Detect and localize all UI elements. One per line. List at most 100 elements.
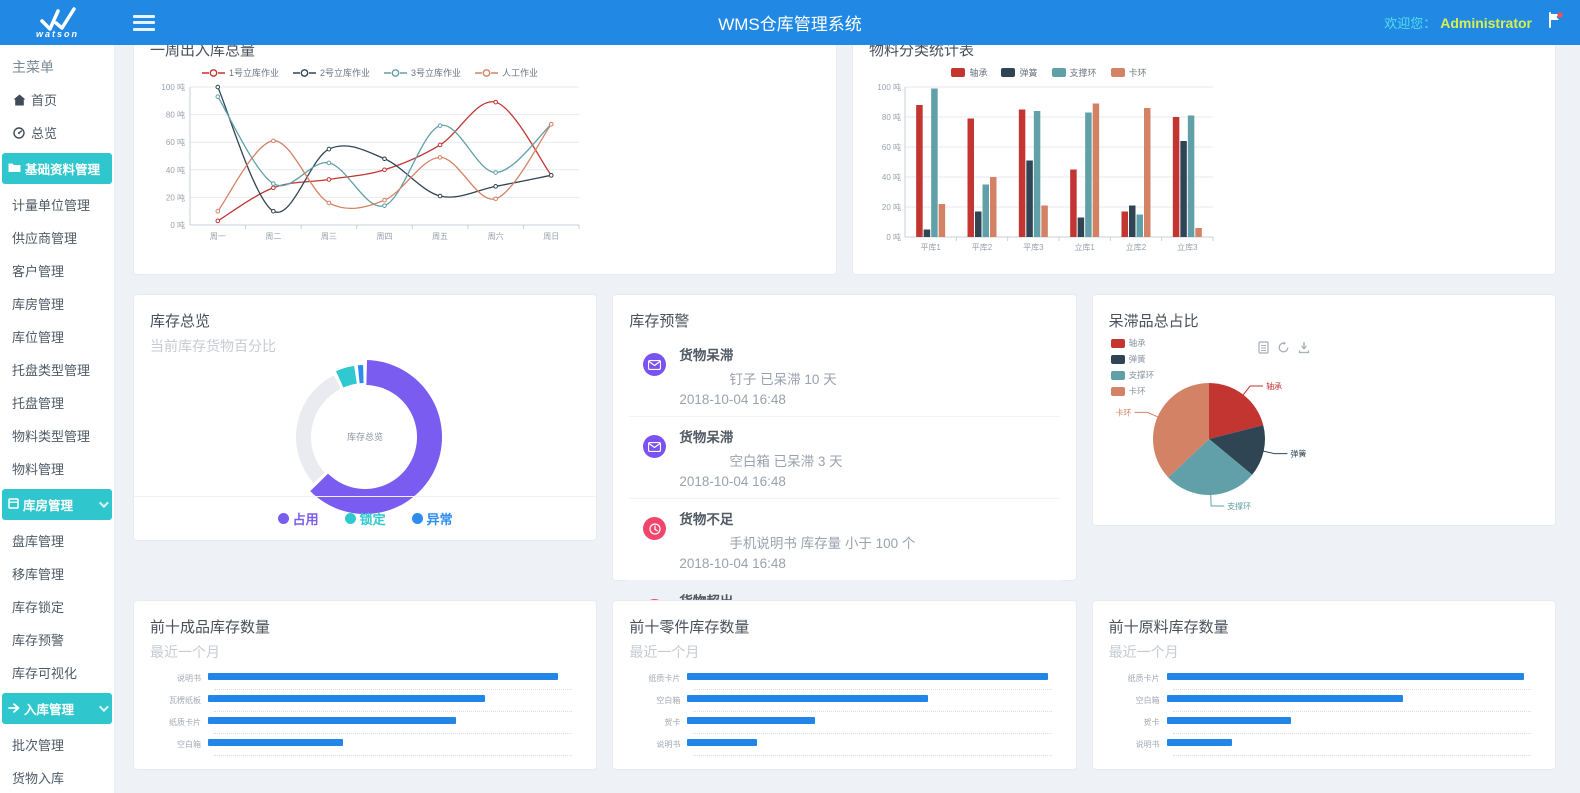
legend-item-锁定[interactable]: 锁定 xyxy=(345,509,386,528)
hbar-row-纸质卡片[interactable]: 纸质卡片 xyxy=(629,670,1051,692)
hbar-divider xyxy=(1173,689,1531,690)
sidebar-item-供应商管理[interactable]: 供应商管理 xyxy=(0,221,114,254)
mail-icon xyxy=(643,353,666,376)
alert-timestamp: 2018-10-04 16:48 xyxy=(679,556,1059,571)
sidebar-item-批次管理[interactable]: 批次管理 xyxy=(0,728,114,761)
sidebar-item-货物入库[interactable]: 货物入库 xyxy=(0,761,114,793)
sidebar-item-移库管理[interactable]: 移库管理 xyxy=(0,557,114,590)
data-view-icon[interactable] xyxy=(1258,341,1269,354)
legend-item-弹簧[interactable]: 弹簧 xyxy=(1001,66,1037,79)
card-weekly-io: 一周出入库总量 1号立库作业2号立库作业3号立库作业人工作业 0 吨20 吨40… xyxy=(133,23,837,275)
svg-text:周四: 周四 xyxy=(377,232,393,241)
sidebar-item-物料类型管理[interactable]: 物料类型管理 xyxy=(0,419,114,452)
sidebar-item-入库管理[interactable]: 入库管理 xyxy=(2,693,112,724)
svg-text:60 吨: 60 吨 xyxy=(166,137,185,147)
sidebar-item-label: 首页 xyxy=(31,90,57,109)
hbar-track xyxy=(208,692,572,702)
sidebar-item-库存预警[interactable]: 库存预警 xyxy=(0,623,114,656)
sidebar-item-库房管理[interactable]: 库房管理 xyxy=(0,287,114,320)
legend-item-异常[interactable]: 异常 xyxy=(412,509,453,528)
sidebar-item-首页[interactable]: 首页 xyxy=(0,83,114,116)
refresh-icon[interactable] xyxy=(1277,341,1290,354)
sidebar-item-label: 托盘管理 xyxy=(12,393,64,412)
hbar-row-说明书[interactable]: 说明书 xyxy=(629,736,1051,758)
hbar-divider xyxy=(1173,733,1531,734)
card-material-stats: 物料分类统计表 轴承弹簧支撑环卡环 0 吨20 吨40 吨60 吨80 吨100… xyxy=(852,23,1556,275)
legend-item-占用[interactable]: 占用 xyxy=(278,509,319,528)
sidebar-item-label: 库房管理 xyxy=(12,294,64,313)
alert-type: 货物呆滞 xyxy=(679,344,1059,364)
sidebar-item-基础资料管理[interactable]: 基础资料管理 xyxy=(2,153,112,184)
legend-item-2号立库作业[interactable]: 2号立库作业 xyxy=(293,66,370,79)
top-raw-hbar-chart: 纸质卡片空白箱贺卡说明书 xyxy=(1109,670,1539,758)
legend-item-1号立库作业[interactable]: 1号立库作业 xyxy=(202,66,279,79)
legend-item-弹簧[interactable]: 弹簧 xyxy=(1111,353,1155,365)
sidebar-item-托盘类型管理[interactable]: 托盘类型管理 xyxy=(0,353,114,386)
sidebar-item-客户管理[interactable]: 客户管理 xyxy=(0,254,114,287)
hbar-divider xyxy=(693,711,1051,712)
alert-type: 货物呆滞 xyxy=(679,426,1059,446)
hbar-row-贺卡[interactable]: 贺卡 xyxy=(629,714,1051,736)
card-top-raw: 前十原料库存数量 最近一个月 纸质卡片空白箱贺卡说明书 xyxy=(1092,600,1556,770)
sidebar-item-label: 物料类型管理 xyxy=(12,426,90,445)
sidebar-item-总览[interactable]: 总览 xyxy=(0,116,114,149)
hbar-row-贺卡[interactable]: 贺卡 xyxy=(1109,714,1531,736)
sidebar-item-物料管理[interactable]: 物料管理 xyxy=(0,452,114,485)
card-inventory-overview: 库存总览 当前库存货物百分比 库存总览 占用锁定异常 xyxy=(133,294,597,541)
hbar-bar xyxy=(1167,673,1524,680)
legend-item-支撑环[interactable]: 支撑环 xyxy=(1111,369,1155,381)
hbar-track xyxy=(208,736,572,746)
legend-item-人工作业[interactable]: 人工作业 xyxy=(475,66,538,79)
hbar-row-说明书[interactable]: 说明书 xyxy=(1109,736,1531,758)
notification-flag-icon[interactable] xyxy=(1546,11,1564,34)
svg-text:平库1: 平库1 xyxy=(920,242,941,252)
hbar-divider xyxy=(1173,755,1531,756)
top-parts-title: 前十零件库存数量 xyxy=(629,616,1059,637)
sidebar-nav: 主菜单 首页总览基础资料管理计量单位管理供应商管理客户管理库房管理库位管理托盘类… xyxy=(0,45,115,793)
sidebar-item-库存可视化[interactable]: 库存可视化 xyxy=(0,656,114,689)
hbar-bar xyxy=(687,717,815,724)
svg-text:40 吨: 40 吨 xyxy=(882,172,901,182)
alert-list-item[interactable]: 货物不足手机说明书 库存量 小于 100 个2018-10-04 16:48 xyxy=(629,498,1059,580)
hbar-row-纸质卡片[interactable]: 纸质卡片 xyxy=(150,714,572,736)
hbar-row-纸质卡片[interactable]: 纸质卡片 xyxy=(1109,670,1531,692)
sidebar-item-label: 总览 xyxy=(31,123,57,142)
stagnant-ratio-legend: 轴承弹簧支撑环卡环 xyxy=(1111,337,1155,397)
svg-text:平库3: 平库3 xyxy=(1023,242,1044,252)
legend-item-轴承[interactable]: 轴承 xyxy=(1111,337,1155,349)
home-icon xyxy=(12,94,26,106)
hbar-row-空白箱[interactable]: 空白箱 xyxy=(1109,692,1531,714)
top-raw-subtitle: 最近一个月 xyxy=(1109,642,1539,662)
hbar-bar xyxy=(208,717,456,724)
sidebar-item-托盘管理[interactable]: 托盘管理 xyxy=(0,386,114,419)
hbar-row-空白箱[interactable]: 空白箱 xyxy=(629,692,1051,714)
sidebar-item-计量单位管理[interactable]: 计量单位管理 xyxy=(0,188,114,221)
hbar-track xyxy=(687,736,1051,746)
sidebar-item-库存锁定[interactable]: 库存锁定 xyxy=(0,590,114,623)
legend-item-3号立库作业[interactable]: 3号立库作业 xyxy=(384,66,461,79)
legend-item-卡环[interactable]: 卡环 xyxy=(1111,66,1147,79)
sidebar-item-库房管理[interactable]: 库房管理 xyxy=(2,489,112,520)
hbar-track xyxy=(208,714,572,724)
alert-list-item[interactable]: 货物呆滞空白箱 已呆滞 3 天2018-10-04 16:48 xyxy=(629,416,1059,498)
sidebar-item-label: 盘库管理 xyxy=(12,531,64,550)
svg-text:60 吨: 60 吨 xyxy=(882,142,901,152)
hbar-row-说明书[interactable]: 说明书 xyxy=(150,670,572,692)
download-icon[interactable] xyxy=(1298,341,1310,354)
legend-item-支撑环[interactable]: 支撑环 xyxy=(1052,66,1097,79)
weekly-io-legend: 1号立库作业 2号立库作业 3号立库作业 人工作业 xyxy=(150,66,590,79)
sidebar-item-库位管理[interactable]: 库位管理 xyxy=(0,320,114,353)
hbar-row-空白箱[interactable]: 空白箱 xyxy=(150,736,572,758)
inbound-icon xyxy=(8,702,20,716)
hbar-bar xyxy=(1167,739,1233,746)
sidebar-item-盘库管理[interactable]: 盘库管理 xyxy=(0,524,114,557)
current-username[interactable]: Administrator xyxy=(1440,15,1532,31)
legend-item-卡环[interactable]: 卡环 xyxy=(1111,385,1155,397)
hbar-label: 说明书 xyxy=(1109,736,1167,750)
legend-item-轴承[interactable]: 轴承 xyxy=(951,66,987,79)
hbar-track xyxy=(687,670,1051,680)
alerts-title: 库存预警 xyxy=(629,310,1059,331)
hbar-row-瓦楞纸板[interactable]: 瓦楞纸板 xyxy=(150,692,572,714)
sidebar-item-label: 入库管理 xyxy=(24,699,74,718)
alert-list-item[interactable]: 货物呆滞钉子 已呆滞 10 天2018-10-04 16:48 xyxy=(629,335,1059,416)
